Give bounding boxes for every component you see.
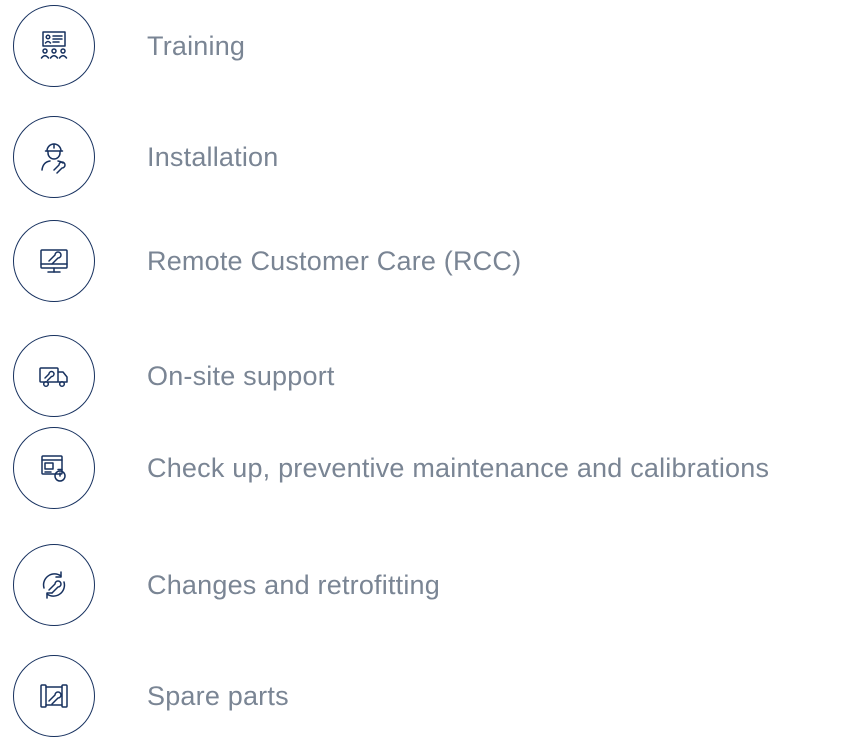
service-truck-icon xyxy=(39,367,68,388)
service-item-changes-retrofitting[interactable]: Changes and retrofitting xyxy=(13,543,843,627)
training-presentation-icon xyxy=(40,31,68,59)
service-label: Installation xyxy=(147,141,279,172)
blueprint-wrench-icon xyxy=(40,684,68,708)
service-label: On-site support xyxy=(147,360,335,391)
window-stopwatch-icon xyxy=(41,455,66,482)
service-item-installation[interactable]: Installation xyxy=(13,115,843,199)
icon-circle xyxy=(13,427,95,509)
service-list: Training Installation Remote Customer Ca… xyxy=(0,0,846,737)
service-item-check-up-maintenance[interactable]: Check up, preventive maintenance and cal… xyxy=(13,426,843,510)
service-label: Training xyxy=(147,30,246,61)
service-label: Spare parts xyxy=(147,680,289,711)
icon-circle xyxy=(13,655,95,737)
technician-with-wrench-icon xyxy=(41,143,66,174)
icon-circle xyxy=(13,544,95,626)
circular-arrows-wrench-icon xyxy=(42,571,66,599)
service-label: Changes and retrofitting xyxy=(147,569,440,600)
icon-circle xyxy=(13,220,95,302)
service-label: Check up, preventive maintenance and cal… xyxy=(147,452,770,483)
service-item-training[interactable]: Training xyxy=(13,4,843,88)
monitor-wrench-icon xyxy=(40,249,68,273)
icon-circle xyxy=(13,116,95,198)
service-label: Remote Customer Care (RCC) xyxy=(147,245,522,276)
service-item-on-site-support[interactable]: On-site support xyxy=(13,334,843,418)
service-item-spare-parts[interactable]: Spare parts xyxy=(13,654,843,738)
icon-circle xyxy=(13,335,95,417)
service-item-remote-customer-care[interactable]: Remote Customer Care (RCC) xyxy=(13,219,843,303)
icon-circle xyxy=(13,5,95,87)
